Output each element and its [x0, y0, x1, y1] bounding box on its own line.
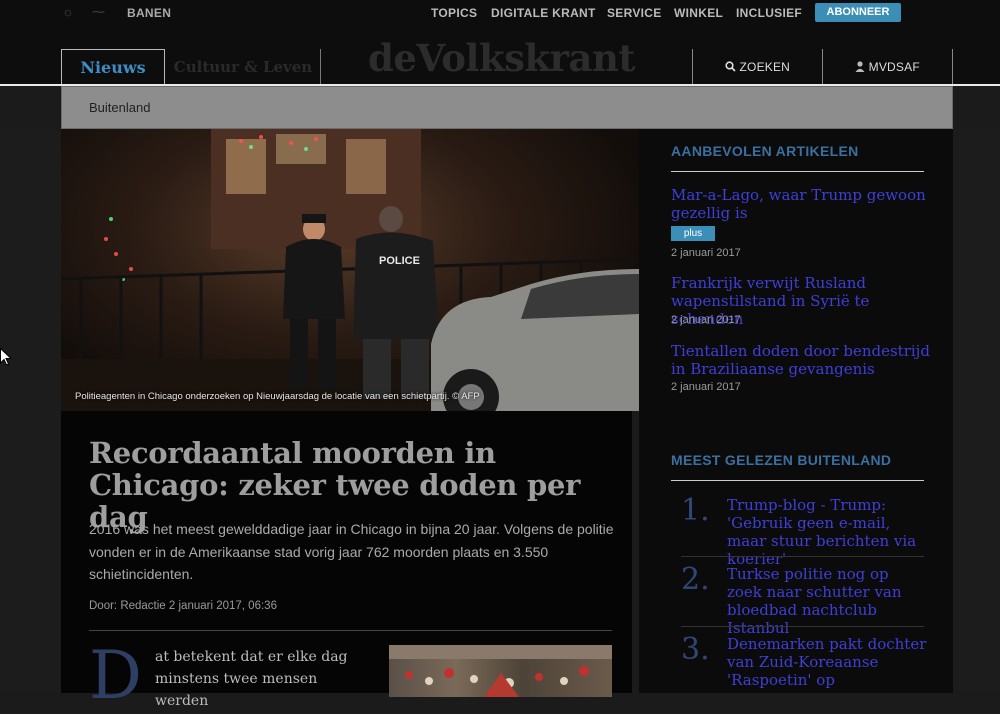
recommended-item-date: 2 januari 2017 — [671, 381, 741, 393]
stock-chart-icon[interactable]: ⁓ — [92, 4, 105, 20]
plus-badge: plus — [671, 226, 715, 241]
article-byline: Door: Redactie 2 januari 2017, 06:36 — [89, 600, 277, 612]
nav-winkel[interactable]: WINKEL — [674, 6, 723, 20]
article-body: Recordaantal moorden in Chicago: zeker t… — [61, 411, 632, 709]
search-button[interactable]: ZOEKEN — [692, 49, 822, 84]
search-label: ZOEKEN — [739, 60, 791, 74]
nav-service[interactable]: SERVICE — [607, 6, 662, 20]
recommended-rule — [671, 171, 924, 172]
site-logo[interactable]: deVolkskrant — [368, 36, 636, 80]
user-account-button[interactable]: MVDSAF — [822, 49, 953, 84]
article-divider — [89, 630, 612, 631]
tab-nieuws[interactable]: Nieuws — [61, 49, 165, 84]
search-icon — [725, 61, 736, 72]
nav-topics[interactable]: TOPICS — [431, 6, 477, 20]
sidebar: AANBEVOLEN ARTIKELEN Mar-a-Lago, waar Tr… — [639, 129, 953, 693]
most-read-heading: MEEST GELEZEN BUITENLAND — [671, 452, 892, 468]
section-label[interactable]: Buitenland — [89, 100, 150, 115]
hero-image[interactable]: POLICE Politieagenten in Chicago onderzo… — [61, 129, 639, 411]
article-body-text: at betekent dat er elke dag minstens twe… — [155, 649, 348, 709]
nav-digitale-krant[interactable]: DIGITALE KRANT — [491, 6, 596, 20]
tab-cultuur-leven[interactable]: Cultuur & Leven — [166, 49, 321, 84]
right-gutter — [953, 129, 1000, 693]
banen-link[interactable]: BANEN — [127, 6, 171, 20]
hero-photo-illustration: POLICE — [61, 129, 639, 411]
top-bar: ☼ ⁓ BANEN TOPICS DIGITALE KRANT SERVICE … — [0, 0, 1000, 26]
mouse-cursor-icon — [0, 348, 12, 366]
most-read-number: 1. — [681, 493, 710, 528]
recommended-item-date: 2 januari 2017 — [671, 247, 741, 259]
recommended-item-title[interactable]: Mar-a-Lago, waar Trump gewoon gezellig i… — [671, 186, 931, 222]
inline-photo-illustration — [389, 645, 612, 697]
recommended-heading: AANBEVOLEN ARTIKELEN — [671, 143, 859, 159]
subscribe-button[interactable]: ABONNEER — [815, 3, 901, 22]
article-dropcap: D — [89, 637, 142, 714]
section-breadcrumb: Buitenland — [61, 86, 953, 129]
most-read-number: 2. — [681, 562, 710, 597]
article-inline-image[interactable] — [389, 645, 612, 697]
most-read-rule — [671, 480, 924, 481]
most-read-divider — [681, 556, 924, 557]
recommended-item-title[interactable]: Tientallen doden door bendestrijd in Bra… — [671, 342, 931, 378]
most-read-number: 3. — [681, 632, 710, 667]
article-lead: 2016 was het meest gewelddadige jaar in … — [89, 521, 614, 582]
most-read-divider — [681, 626, 924, 627]
hero-caption: Politieagenten in Chicago onderzoeken op… — [75, 391, 480, 402]
left-gutter — [0, 129, 61, 693]
weather-sun-icon[interactable]: ☼ — [62, 4, 74, 19]
user-icon — [855, 61, 865, 72]
nav-inclusief[interactable]: INCLUSIEF — [736, 6, 802, 20]
user-name: MVDSAF — [868, 60, 920, 74]
police-badge-text: POLICE — [379, 255, 420, 267]
most-read-item-title[interactable]: Denemarken pakt dochter van Zuid-Koreaan… — [727, 635, 927, 689]
recommended-item-date: 2 januari 2017 — [671, 314, 741, 326]
most-read-item-title[interactable]: Trump-blog - Trump: 'Gebruik geen e-mail… — [727, 496, 927, 568]
